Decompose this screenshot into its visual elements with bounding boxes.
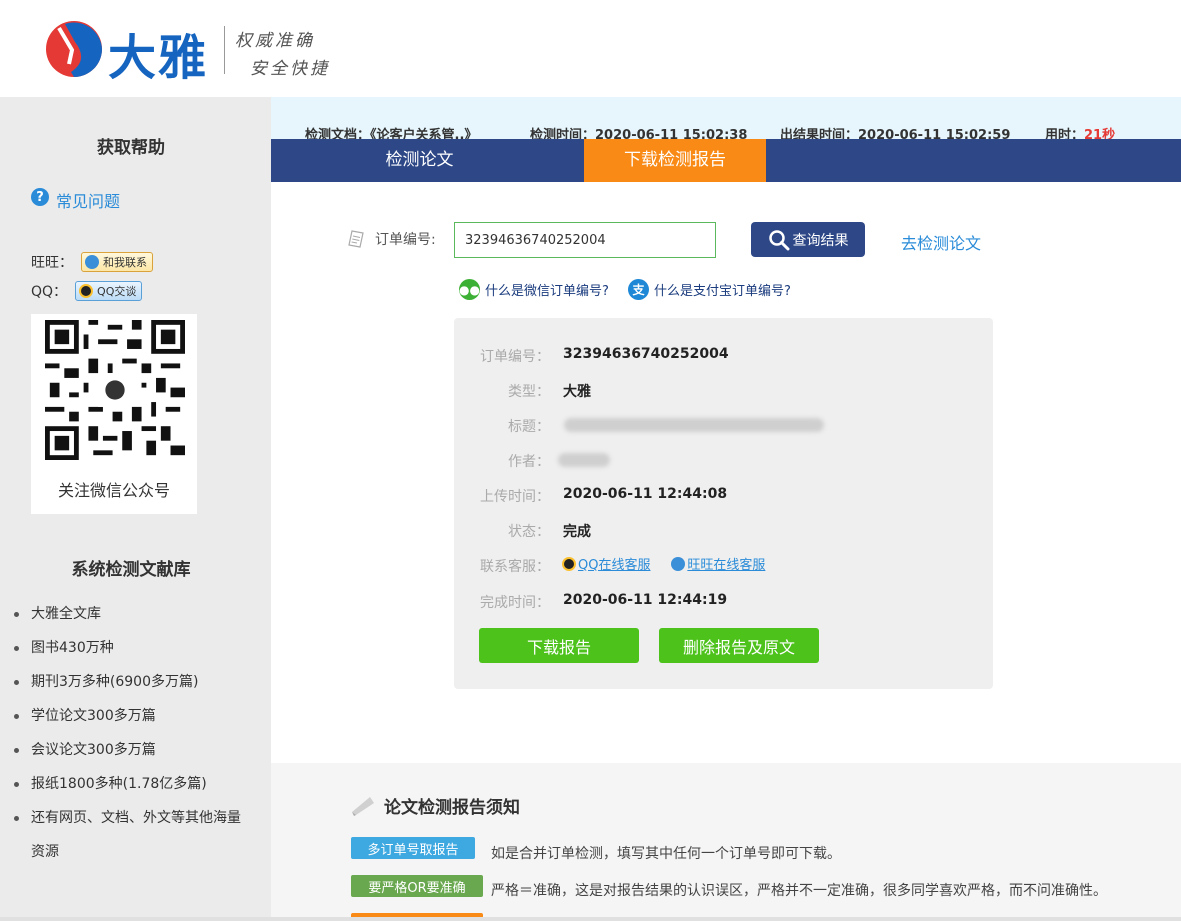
result-author-row: 作者： [454,451,993,471]
library-list: 大雅全文库 图书430万种 期刊3万多种(6900多万篇) 学位论文300多万篇… [14,597,254,869]
qq-label: QQ： [31,284,68,300]
download-report-button[interactable]: 下载报告 [479,628,639,663]
notice-title: 论文检测报告须知 [350,793,520,818]
qq-service-label: QQ在线客服 [578,558,651,573]
query-button-label: 查询结果 [792,231,849,248]
result-service-row: 联系客服： QQ在线客服 旺旺在线客服 [454,556,993,576]
qq-chat-button[interactable]: QQ交谈 [75,281,143,301]
faq-link[interactable]: ? 常见问题 [31,188,120,212]
result-status-value: 完成 [563,524,591,540]
result-order-label: 订单编号： [480,349,550,365]
notice-text-multi-order: 如是合并订单检测，填写其中任何一个订单号即可下载。 [491,846,841,862]
tab-download-report[interactable]: 下载检测报告 [584,139,766,182]
dayya-logo-icon[interactable] [45,20,103,78]
slogan-line-2: 安全快捷 [250,59,330,79]
qq-penguin-icon [562,556,576,571]
question-icon: ? [31,188,49,206]
result-status-row: 状态： 完成 [454,521,993,541]
wechat-help-text: 什么是微信订单编号? [485,284,609,299]
qq-penguin-icon [79,284,94,298]
qq-row: QQ： QQ交谈 [31,281,143,301]
result-finish-label: 完成时间： [480,595,550,611]
notice-text-strict-accurate: 严格＝准确，这是对报告结果的认识误区，严格并不一定准确，很多同学喜欢严格，而不问… [491,883,1107,899]
service-links: QQ在线客服 旺旺在线客服 [562,554,781,575]
search-icon [768,229,789,250]
result-order-value: 32394636740252004 [563,346,729,362]
alipay-help-text: 什么是支付宝订单编号? [654,284,791,299]
report-notice-section: 论文检测报告须知 多订单号取报告 如是合并订单检测，填写其中任何一个订单号即可下… [271,763,1181,921]
help-title: 获取帮助 [97,138,165,158]
library-item: 学位论文300多万篇 [14,699,254,733]
delete-report-button[interactable]: 删除报告及原文 [659,628,819,663]
result-title-label: 标题： [508,419,550,435]
redacted-author [558,453,610,467]
wangwang-contact-button[interactable]: 和我联系 [81,252,153,272]
order-number-input[interactable] [454,222,716,258]
library-item: 会议论文300多万篇 [14,733,254,767]
result-upload-row: 上传时间： 2020-06-11 12:44:08 [454,486,993,506]
library-title: 系统检测文献库 [71,560,191,580]
result-type-value: 大雅 [563,384,591,400]
result-order-row: 订单编号： 32394636740252004 [454,346,993,366]
sidebar: 获取帮助 ? 常见问题 旺旺： 和我联系 QQ： QQ交谈 关注微信公众号 系统… [0,97,271,921]
library-item: 图书430万种 [14,631,254,665]
notice-tag-strict-accurate: 要严格OR要准确 [351,875,483,897]
slogan-line-1: 权威准确 [235,31,315,51]
alipay-icon: 支 [628,279,649,300]
receipt-icon [348,230,364,248]
result-type-row: 类型： 大雅 [454,381,993,401]
order-number-label: 订单编号: [347,229,436,249]
megaphone-icon [352,796,374,816]
ww-service-label: 旺旺在线客服 [687,558,766,573]
logo-text: 大雅 [108,30,209,86]
order-label-text: 订单编号: [375,232,436,248]
go-check-paper-link[interactable]: 去检测论文 [901,230,981,254]
query-result-button[interactable]: 查询结果 [751,222,865,257]
result-status-label: 状态： [508,524,550,540]
tab-check-paper[interactable]: 检测论文 [271,139,568,182]
library-item: 还有网页、文档、外文等其他海量资源 [14,801,254,869]
result-finish-value: 2020-06-11 12:44:19 [563,592,728,608]
qq-online-service-link[interactable]: QQ在线客服 [562,554,650,573]
library-item: 报纸1800多种(1.78亿多篇) [14,767,254,801]
site-header: 大雅 权威准确 安全快捷 [0,0,1181,97]
wechat-qr-box: 关注微信公众号 [31,314,197,514]
notice-tag-multi-order: 多订单号取报告 [351,837,475,859]
qq-button-label: QQ交谈 [97,285,137,298]
result-type-label: 类型： [508,384,550,400]
wangwang-icon [85,255,99,269]
detection-info-bar: 检测文档：《论客户关系管..》 检测时间：2020-06-11 15:02:38… [271,97,1181,143]
result-service-label: 联系客服： [480,559,550,575]
wechat-order-help-link[interactable]: ●● 什么是微信订单编号? [459,279,609,300]
result-upload-label: 上传时间： [480,489,550,505]
report-result-card: 订单编号： 32394636740252004 类型： 大雅 标题： 作者： 上… [454,318,993,689]
logo-divider [224,26,225,74]
wangwang-online-service-link[interactable]: 旺旺在线客服 [671,554,765,573]
wangwang-row: 旺旺： 和我联系 [31,252,153,272]
notice-title-text: 论文检测报告须知 [384,798,520,818]
faq-label: 常见问题 [56,192,121,211]
alipay-order-help-link[interactable]: 支 什么是支付宝订单编号? [628,279,791,300]
library-item: 期刊3万多种(6900多万篇) [14,665,254,699]
redacted-title [564,418,824,432]
library-item: 大雅全文库 [14,597,254,631]
result-title-row: 标题： [454,416,993,436]
result-finish-row: 完成时间： 2020-06-11 12:44:19 [454,592,993,612]
wangwang-label: 旺旺： [31,255,73,271]
wechat-icon: ●● [459,279,480,300]
wechat-qr-code-icon [45,320,185,460]
wangwang-icon [671,556,686,571]
qr-caption: 关注微信公众号 [57,481,170,500]
wangwang-button-label: 和我联系 [103,256,147,269]
result-upload-value: 2020-06-11 12:44:08 [563,486,728,502]
main-tabs: 检测论文 下载检测报告 [271,139,1181,182]
result-author-label: 作者： [508,454,550,470]
page-bottom-divider [0,917,1181,921]
